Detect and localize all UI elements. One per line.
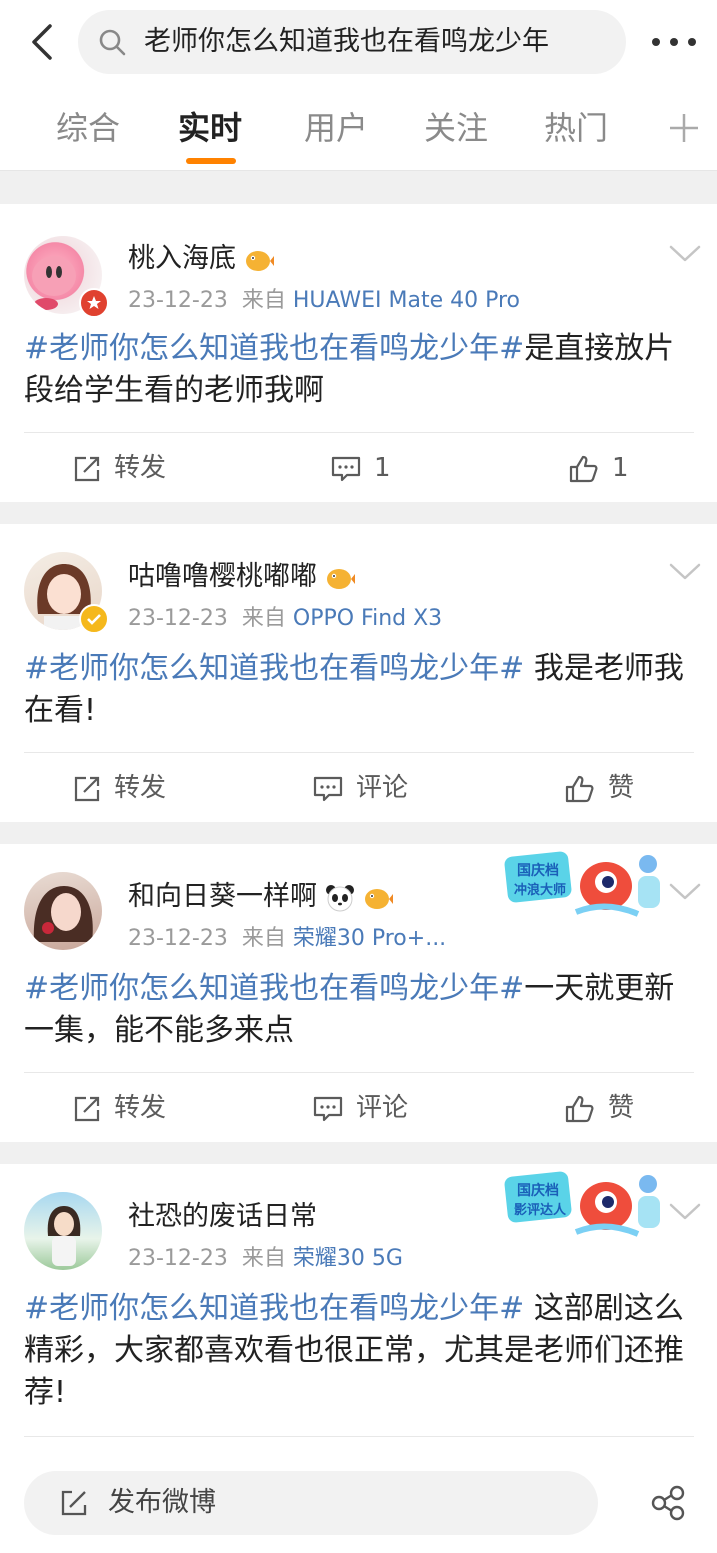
verified-badge [79, 604, 109, 634]
post-meta: 23-12-23 来自 OPPO Find X3 [128, 606, 443, 631]
repost-icon [74, 1096, 100, 1121]
divider [24, 1436, 694, 1437]
post-body: #老师你怎么知道我也在看鸣龙少年# 我是老师我在看! [24, 651, 684, 728]
avatar-image [47, 1206, 81, 1266]
post-card: 社恐的废话日常 23-12-23 来自 荣耀30 5G 国庆档 影评达人 #老师… [0, 1164, 717, 1453]
official-badge [79, 288, 109, 318]
post-username[interactable]: 和向日葵一样啊 [128, 874, 393, 913]
search-icon [99, 29, 126, 56]
medal-badge[interactable]: 国庆档 影评达人 [504, 1168, 666, 1248]
post-meta: 23-12-23 来自 HUAWEI Mate 40 Pro [128, 288, 521, 313]
post-username[interactable]: 桃入海底 [128, 236, 274, 275]
plus-icon[interactable] [664, 108, 704, 148]
comment-button[interactable]: 1 [330, 448, 391, 488]
post-card: 桃入海底 23-12-23 来自 HUAWEI Mate 40 Pro #老师你… [0, 204, 717, 502]
chevron-down-icon[interactable] [668, 562, 702, 582]
repost-button[interactable]: 转发 [72, 448, 166, 488]
post-username[interactable]: 咕噜噜樱桃嘟嘟 [128, 554, 355, 593]
like-button[interactable]: 赞 [564, 1088, 634, 1128]
topic-link[interactable]: #老师你怎么知道我也在看鸣龙少年# [24, 971, 524, 1006]
chevron-down-icon[interactable] [668, 882, 702, 902]
like-button[interactable]: 赞 [564, 768, 634, 808]
svg-text:国庆档: 国庆档 [517, 1182, 559, 1199]
post-meta: 23-12-23 来自 荣耀30 5G [128, 1246, 403, 1271]
panda-icon [326, 884, 354, 911]
repost-button[interactable]: 转发 [72, 1088, 166, 1128]
chevron-down-icon[interactable] [668, 1202, 702, 1222]
comment-icon [313, 776, 343, 801]
search-query[interactable]: 老师你怎么知道我也在看鸣龙少年 [144, 10, 549, 74]
svg-text:冲浪大师: 冲浪大师 [514, 882, 566, 898]
more-icon[interactable] [648, 24, 700, 60]
top-bar: 老师你怎么知道我也在看鸣龙少年 [0, 0, 717, 90]
puffer-fish-icon [327, 568, 355, 589]
puffer-fish-icon [365, 888, 393, 909]
post-source[interactable]: HUAWEI Mate 40 Pro [293, 288, 520, 313]
post-source[interactable]: 荣耀30 5G [293, 1246, 403, 1271]
topic-link[interactable]: #老师你怎么知道我也在看鸣龙少年# [24, 1291, 524, 1326]
topic-link[interactable]: #老师你怎么知道我也在看鸣龙少年# [24, 651, 524, 686]
comment-icon [313, 1096, 343, 1121]
like-icon [565, 1095, 594, 1122]
like-icon [569, 455, 598, 482]
tab-hot[interactable]: 热门 [544, 90, 608, 170]
divider [24, 432, 694, 433]
avatar-image [33, 886, 93, 942]
post-card: 和向日葵一样啊 23-12-23 来自 荣耀30 Pro+... 国庆档 冲浪大… [0, 844, 717, 1142]
medal-badge[interactable]: 国庆档 冲浪大师 [504, 848, 666, 928]
share-icon[interactable] [650, 1485, 686, 1521]
active-tab-indicator [186, 158, 236, 164]
comment-button[interactable]: 评论 [312, 1088, 408, 1128]
comment-button[interactable]: 评论 [312, 768, 408, 808]
divider [24, 752, 694, 753]
like-button[interactable]: 1 [568, 448, 629, 488]
repost-icon [74, 456, 100, 481]
svg-text:影评达人: 影评达人 [514, 1202, 567, 1218]
tab-users[interactable]: 用户 [304, 90, 368, 170]
puffer-fish-icon [246, 250, 274, 271]
repost-button[interactable]: 转发 [72, 768, 166, 808]
post-source[interactable]: OPPO Find X3 [293, 606, 442, 631]
svg-text:国庆档: 国庆档 [517, 862, 559, 879]
post-source[interactable]: 荣耀30 Pro+... [293, 926, 446, 951]
comment-icon [331, 456, 361, 481]
post-card: 咕噜噜樱桃嘟嘟 23-12-23 来自 OPPO Find X3 #老师你怎么知… [0, 524, 717, 822]
repost-icon [74, 776, 100, 801]
post-body: #老师你怎么知道我也在看鸣龙少年#是直接放片段给学生看的老师我啊 [24, 331, 675, 408]
compose-label: 发布微博 [108, 1487, 216, 1518]
compose-icon [61, 1490, 87, 1516]
topic-link[interactable]: #老师你怎么知道我也在看鸣龙少年# [24, 331, 524, 366]
tab-comprehensive[interactable]: 综合 [56, 90, 120, 170]
post-body: #老师你怎么知道我也在看鸣龙少年# 这部剧这么精彩，大家都喜欢看也很正常，尤其是… [24, 1291, 684, 1410]
post-meta: 23-12-23 来自 荣耀30 Pro+... [128, 926, 447, 951]
tab-following[interactable]: 关注 [424, 90, 488, 170]
avatar[interactable] [24, 1192, 102, 1270]
avatar[interactable] [24, 872, 102, 950]
back-arrow-icon[interactable] [22, 20, 66, 64]
bottom-bar: 发布微博 [0, 1453, 717, 1553]
post-username[interactable]: 社恐的废话日常 [128, 1194, 317, 1233]
like-icon [565, 775, 594, 802]
post-body: #老师你怎么知道我也在看鸣龙少年#一天就更新一集，能不能多来点 [24, 971, 675, 1048]
divider [24, 1072, 694, 1073]
compose-button[interactable]: 发布微博 [24, 1471, 598, 1535]
search-bar[interactable]: 老师你怎么知道我也在看鸣龙少年 [78, 10, 626, 74]
chevron-down-icon[interactable] [668, 244, 702, 264]
tab-bar: 综合 实时 用户 关注 热门 [0, 90, 717, 171]
